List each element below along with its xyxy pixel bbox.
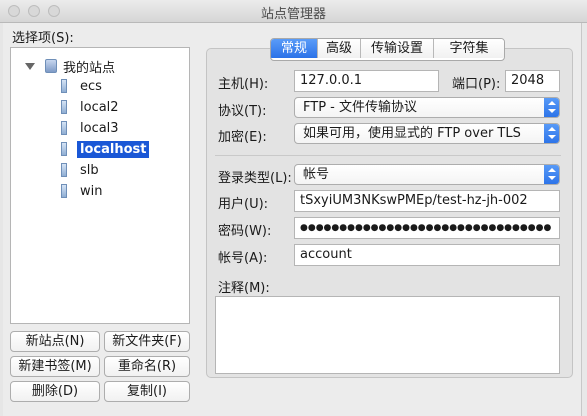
select-arrows-icon: [544, 124, 559, 143]
logon-type-label: 登录类型(L):: [218, 171, 292, 186]
server-icon: [61, 184, 67, 198]
password-label: 密码(W):: [218, 224, 272, 239]
tree-root-my-sites[interactable]: 我的站点: [25, 57, 116, 76]
background-window-edge: [0, 23, 3, 416]
user-input[interactable]: tSxyiUM3NKswPMEp/test-hz-jh-002: [294, 190, 560, 212]
site-item-local3[interactable]: local3: [61, 118, 122, 138]
select-entry-label: 选择项(S):: [12, 31, 74, 46]
port-label: 端口(P):: [452, 77, 501, 92]
encryption-value: 如果可用，使用显式的 FTP over TLS: [303, 126, 521, 141]
encryption-select[interactable]: 如果可用，使用显式的 FTP over TLS: [294, 123, 560, 144]
background-window-edge-right: [581, 23, 587, 416]
site-item-localhost[interactable]: localhost: [61, 139, 150, 159]
site-item-win[interactable]: win: [61, 181, 105, 201]
protocol-value: FTP - 文件传输协议: [303, 100, 417, 115]
site-item-label: local2: [80, 99, 119, 115]
site-item-label: slb: [80, 162, 99, 178]
select-arrows-icon: [544, 98, 559, 117]
tree-root-label: 我的站点: [63, 60, 116, 76]
site-item-label: ecs: [80, 78, 102, 94]
logon-type-value: 帐号: [303, 167, 330, 182]
window-title: 站点管理器: [260, 7, 326, 22]
password-input[interactable]: ●●●●●●●●●●●●●●●●●●●●●●●●●●●●●●●●: [294, 217, 560, 239]
sites-folder-icon: [45, 59, 57, 73]
new-folder-button[interactable]: 新文件夹(F): [104, 331, 190, 352]
server-icon: [61, 142, 67, 156]
copy-button[interactable]: 复制(I): [104, 381, 190, 402]
comments-textarea[interactable]: [215, 296, 560, 374]
site-item-local2[interactable]: local2: [61, 97, 122, 117]
site-manager-window: 站点管理器 选择项(S): 我的站点 ecs local2 local3 loc…: [0, 0, 587, 416]
logon-type-select[interactable]: 帐号: [294, 164, 560, 185]
server-icon: [61, 121, 67, 135]
server-icon: [61, 163, 67, 177]
tab-transfer-settings[interactable]: 传输设置: [361, 39, 434, 58]
user-label: 用户(U):: [218, 197, 269, 212]
tab-charset[interactable]: 字符集: [434, 39, 504, 58]
server-icon: [61, 100, 67, 114]
encryption-label: 加密(E):: [218, 130, 267, 145]
site-item-label: localhost: [77, 140, 150, 158]
protocol-select[interactable]: FTP - 文件传输协议: [294, 97, 560, 118]
tab-advanced[interactable]: 高级: [318, 39, 361, 58]
server-icon: [61, 79, 67, 93]
new-site-button[interactable]: 新站点(N): [10, 331, 100, 352]
host-label: 主机(H):: [218, 77, 269, 92]
account-label: 帐号(A):: [218, 251, 268, 266]
new-bookmark-button[interactable]: 新建书签(M): [10, 356, 100, 377]
disclosure-triangle-icon[interactable]: [25, 62, 35, 70]
delete-button[interactable]: 删除(D): [10, 381, 100, 402]
site-item-slb[interactable]: slb: [61, 160, 102, 180]
site-tree[interactable]: 我的站点 ecs local2 local3 localhost slb win: [10, 47, 190, 324]
site-item-label: local3: [80, 120, 119, 136]
tab-general[interactable]: 常规: [271, 39, 318, 58]
select-arrows-icon: [544, 165, 559, 184]
account-input[interactable]: account: [294, 244, 560, 266]
comments-label: 注释(M):: [218, 281, 270, 296]
site-item-ecs[interactable]: ecs: [61, 76, 105, 96]
divider: [215, 155, 561, 156]
settings-tabs: 常规 高级 传输设置 字符集: [270, 38, 505, 61]
site-item-label: win: [80, 183, 103, 199]
protocol-label: 协议(T):: [218, 104, 267, 119]
host-input[interactable]: 127.0.0.1: [294, 70, 439, 92]
rename-button[interactable]: 重命名(R): [104, 356, 190, 377]
title-bar: 站点管理器: [0, 0, 587, 23]
port-input[interactable]: 2048: [505, 70, 560, 92]
